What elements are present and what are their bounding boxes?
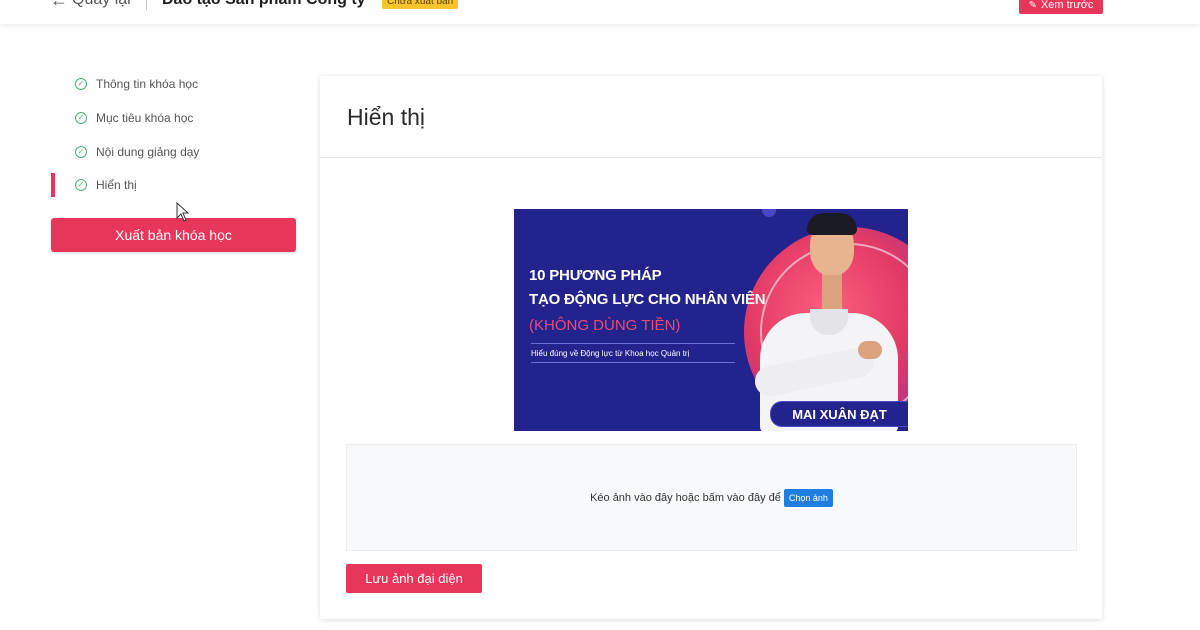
preview-label: Xem trước bbox=[1040, 0, 1094, 11]
edit-icon: ✎ bbox=[1028, 0, 1037, 11]
arrow-left-icon: ← bbox=[50, 0, 68, 10]
status-badge: Chưa xuất bản bbox=[382, 0, 459, 9]
check-circle-icon: ✓ bbox=[75, 112, 87, 124]
speaker-hair bbox=[807, 213, 857, 235]
choose-image-button[interactable]: Chọn ảnh bbox=[783, 488, 833, 507]
step-course-goals[interactable]: ✓ Mục tiêu khóa học bbox=[75, 108, 193, 128]
decor-dot bbox=[762, 209, 776, 217]
step-course-info[interactable]: ✓ Thông tin khóa học bbox=[75, 74, 198, 94]
check-circle-icon: ✓ bbox=[75, 179, 87, 191]
check-circle-icon: ✓ bbox=[75, 146, 87, 158]
back-label: Quay lại bbox=[72, 0, 131, 9]
banner-rule bbox=[531, 343, 735, 344]
step-label: Nội dung giảng dạy bbox=[96, 145, 200, 159]
mouse-cursor-icon bbox=[176, 202, 190, 222]
step-label: Thông tin khóa học bbox=[96, 77, 199, 91]
back-link[interactable]: ← Quay lại bbox=[50, 0, 131, 9]
dropzone-hint: Kéo ảnh vào đây hoặc bấm vào đây để bbox=[590, 491, 781, 504]
step-display[interactable]: ✓ Hiển thị bbox=[75, 175, 137, 195]
top-bar: ← Quay lại Đào tạo Sản phẩm Công ty Chưa… bbox=[0, 0, 1200, 24]
page-title: Hiển thị bbox=[347, 104, 425, 130]
card-header: Hiển thị bbox=[320, 76, 1102, 158]
preview-button[interactable]: ✎ Xem trước bbox=[1019, 0, 1103, 14]
step-teaching-content[interactable]: ✓ Nội dung giảng dạy bbox=[75, 142, 199, 162]
speaker-name-tag: MAI XUÂN ĐẠT bbox=[770, 401, 908, 427]
save-cover-button[interactable]: Lưu ảnh đại diện bbox=[346, 564, 482, 593]
course-title: Đào tạo Sản phẩm Công ty bbox=[162, 0, 366, 9]
course-cover-image: 10 PHƯƠNG PHÁP TẠO ĐỘNG LỰC CHO NHÂN VIÊ… bbox=[514, 209, 908, 431]
speaker-neck bbox=[822, 271, 842, 311]
header-divider bbox=[146, 0, 147, 10]
banner-line-3: (KHÔNG DÙNG TIỀN) bbox=[529, 317, 681, 334]
banner-subline: Hiểu đúng về Động lực từ Khoa học Quản t… bbox=[531, 349, 735, 363]
banner-line-1: 10 PHƯƠNG PHÁP bbox=[529, 267, 662, 284]
speaker-hand bbox=[858, 341, 882, 359]
step-label: Mục tiêu khóa học bbox=[96, 111, 194, 125]
check-circle-icon: ✓ bbox=[75, 78, 87, 90]
active-step-indicator bbox=[51, 173, 55, 197]
publish-course-button[interactable]: Xuất bản khóa học bbox=[51, 218, 296, 252]
display-card: Hiển thị 10 PHƯƠNG PHÁP TẠO ĐỘNG LỰC CHO… bbox=[320, 76, 1102, 619]
banner-line-2: TẠO ĐỘNG LỰC CHO NHÂN VIÊN bbox=[529, 291, 766, 308]
image-dropzone[interactable]: Kéo ảnh vào đây hoặc bấm vào đây để Chọn… bbox=[346, 444, 1077, 551]
step-label: Hiển thị bbox=[96, 178, 137, 192]
